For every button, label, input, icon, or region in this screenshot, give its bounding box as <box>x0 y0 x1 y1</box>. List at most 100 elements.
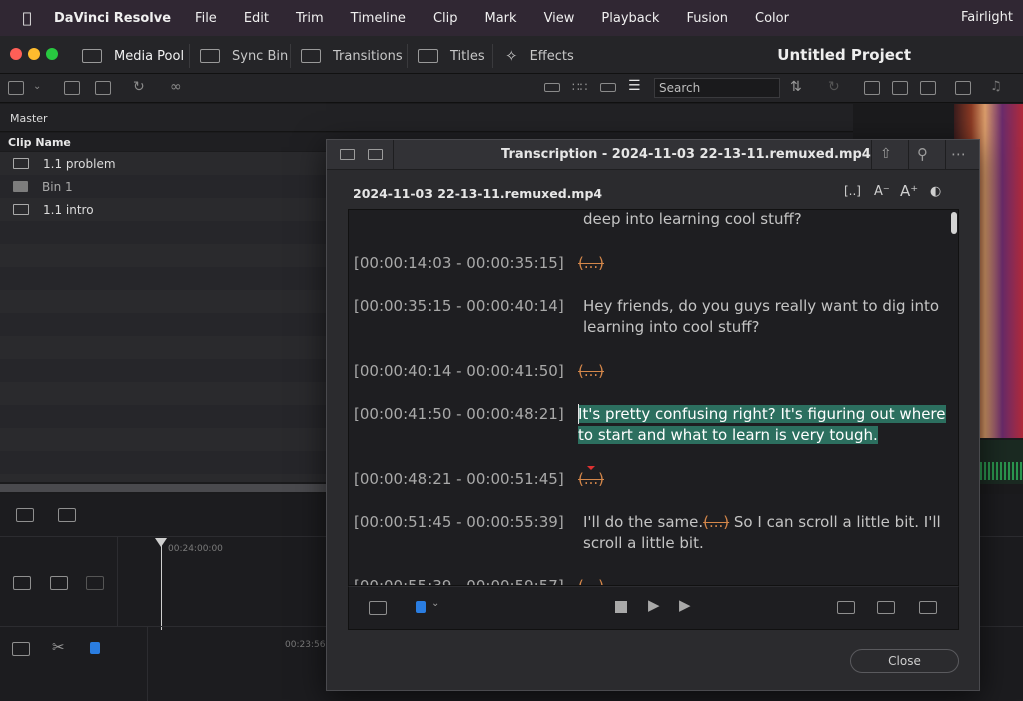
timecode-label: 00:23:56 <box>285 640 326 650</box>
menu-trim[interactable]: Trim <box>296 11 324 26</box>
import-media-icon[interactable] <box>64 81 80 95</box>
titles-icon <box>418 49 438 63</box>
contrast-toggle-icon[interactable]: ◐ <box>930 184 941 199</box>
close-button[interactable]: Close <box>850 649 959 673</box>
append-icon[interactable] <box>837 601 855 614</box>
media-pool-label: Media Pool <box>114 48 185 64</box>
insert-clip-icon[interactable] <box>16 508 34 522</box>
grid-view-icon[interactable] <box>955 81 971 95</box>
more-options-icon[interactable]: ⋯ <box>951 145 966 163</box>
insert-audio-icon[interactable] <box>58 508 76 522</box>
menu-fusion[interactable]: Fusion <box>686 11 728 26</box>
transitions-label: Transitions <box>333 48 403 64</box>
menu-file[interactable]: File <box>195 11 217 26</box>
titles-label: Titles <box>450 48 485 64</box>
segment-timestamp: [00:00:35:15 - 00:00:40:14] <box>354 297 564 315</box>
menu-view[interactable]: View <box>544 11 575 26</box>
sort-icon[interactable]: ⇅ <box>790 79 802 95</box>
chevron-down-icon[interactable]: ⌄ <box>33 81 41 92</box>
fit-to-width-icon[interactable]: [..] <box>844 184 861 198</box>
text-cursor <box>578 404 579 424</box>
increase-font-button[interactable]: A⁺ <box>900 182 918 200</box>
pause-marker: (...) <box>703 513 730 531</box>
thumbnail-view-icon[interactable]: ∷∷ <box>572 80 587 94</box>
flag-icon[interactable] <box>90 642 100 654</box>
chevron-down-icon[interactable]: ⌄ <box>431 598 439 609</box>
bin-name: Master <box>10 112 48 125</box>
replace-icon[interactable] <box>919 601 937 614</box>
menu-clip[interactable]: Clip <box>433 11 458 26</box>
sync-bin-label: Sync Bin <box>232 48 289 64</box>
horizontal-scrollbar[interactable] <box>0 484 330 492</box>
menu-fairlight[interactable]: Fairlight <box>961 10 1013 25</box>
panel-toggle-icon[interactable] <box>8 81 24 95</box>
menu-color[interactable]: Color <box>755 11 789 26</box>
app-menu[interactable]: DaVinci Resolve <box>54 11 171 26</box>
stop-button[interactable] <box>615 601 627 613</box>
zoom-window-button[interactable] <box>46 48 58 60</box>
transcript-controls: ⌄ ▶ ▶ <box>348 586 959 630</box>
menu-mark[interactable]: Mark <box>485 11 517 26</box>
search-icon[interactable]: ⚲ <box>917 145 928 163</box>
media-pool-icon <box>82 49 102 63</box>
unlink-icon[interactable]: ∞ <box>170 79 182 95</box>
menu-edit[interactable]: Edit <box>244 11 269 26</box>
filmstrip-icon[interactable] <box>368 149 383 160</box>
selected-segment-text: It's pretty confusing right? It's figuri… <box>578 405 946 444</box>
audio-icon[interactable]: ♫ <box>990 79 1002 94</box>
clip-view-toggle-icon[interactable] <box>12 642 30 656</box>
menu-timeline[interactable]: Timeline <box>351 11 406 26</box>
minimize-window-button[interactable] <box>28 48 40 60</box>
video-clip-icon <box>13 204 29 215</box>
playhead[interactable] <box>161 540 162 630</box>
track-options-icon[interactable] <box>13 576 31 590</box>
close-window-button[interactable] <box>10 48 22 60</box>
titles-button[interactable]: Titles <box>418 45 485 67</box>
folder-icon <box>13 181 28 192</box>
menu-playback[interactable]: Playback <box>601 11 659 26</box>
play-button[interactable]: ▶ <box>648 596 660 614</box>
list-view-icon[interactable]: ☰ <box>628 78 641 94</box>
refresh-icon[interactable]: ↻ <box>828 79 840 95</box>
viewer-toolbar: ♫ <box>853 74 1023 103</box>
sync-bin-icon <box>200 49 220 63</box>
blade-icon[interactable]: ✂ <box>52 638 65 656</box>
video-clip-icon <box>13 158 29 169</box>
metadata-view-icon[interactable] <box>544 83 560 92</box>
pause-marker: (...) <box>578 362 605 380</box>
relink-icon[interactable]: ↻ <box>133 79 145 95</box>
transcript-text-area[interactable]: deep into learning cool stuff? [00:00:14… <box>348 209 959 586</box>
overwrite-icon[interactable] <box>877 601 895 614</box>
decrease-font-button[interactable]: A⁻ <box>874 184 890 199</box>
clip-view-icon[interactable] <box>920 81 936 95</box>
pause-marker: (...) <box>578 254 605 272</box>
play-selection-button[interactable]: ▶ <box>679 596 691 614</box>
dialog-title-bar: Transcription - 2024-11-03 22-13-11.remu… <box>327 140 979 170</box>
transcript-filename: 2024-11-03 22-13-11.remuxed.mp4 <box>353 186 603 201</box>
search-input[interactable]: Search <box>654 78 780 98</box>
media-pool-button[interactable]: Media Pool <box>82 45 184 67</box>
playhead-marker-icon <box>587 466 595 470</box>
sync-bin-button[interactable]: Sync Bin <box>200 45 288 67</box>
flag-icon[interactable] <box>416 601 426 613</box>
image-icon[interactable] <box>340 149 355 160</box>
media-pool-toolbar: ⌄ ↻ ∞ ∷∷ ☰ Search ⇅ ↻ <box>0 74 853 103</box>
transitions-button[interactable]: Transitions <box>301 45 403 67</box>
effects-button[interactable]: ✧ Effects <box>505 45 574 67</box>
segment-text: Hey friends, do you guys really want to … <box>583 297 940 336</box>
image-view-icon[interactable] <box>864 81 880 95</box>
apple-logo-icon[interactable]:  <box>0 9 54 27</box>
bin-breadcrumb[interactable]: Master <box>0 104 853 132</box>
filmstrip-icon[interactable] <box>892 81 908 95</box>
audio-waveform-bars <box>980 462 1023 480</box>
transcript-scrollbar[interactable] <box>951 212 957 234</box>
link-icon[interactable] <box>86 576 104 590</box>
insert-to-timeline-icon[interactable] <box>369 601 387 615</box>
transitions-icon <box>301 49 321 63</box>
dialog-title: Transcription - 2024-11-03 22-13-11.remu… <box>501 147 871 162</box>
new-bin-icon[interactable] <box>95 81 111 95</box>
effects-label: Effects <box>529 48 574 64</box>
filmstrip-view-icon[interactable] <box>600 83 616 92</box>
snap-icon[interactable] <box>50 576 68 590</box>
export-icon[interactable]: ⇧ <box>880 146 892 162</box>
